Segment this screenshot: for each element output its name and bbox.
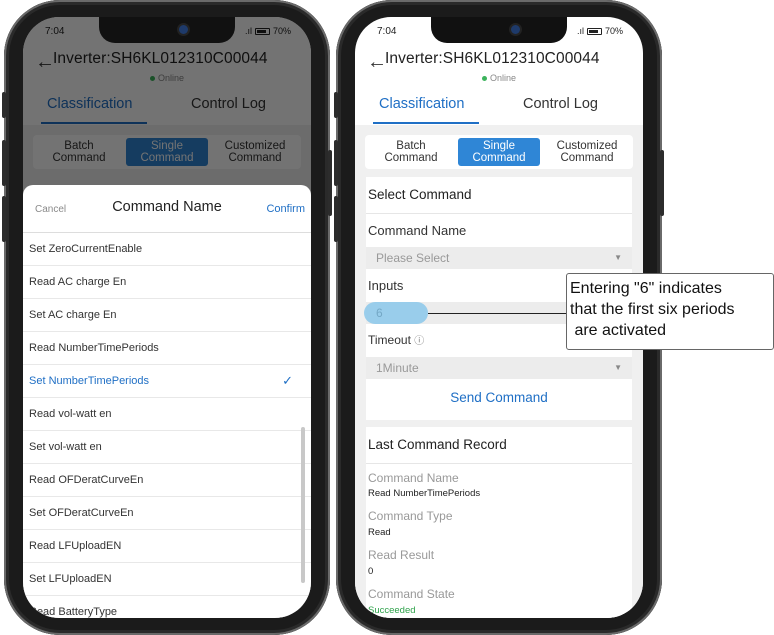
mute-switch <box>334 92 338 118</box>
notch <box>99 17 235 43</box>
picker-item[interactable]: Read NumberTimePeriods <box>23 332 311 365</box>
device-title: Inverter:SH6KL012310C00044 <box>385 50 600 67</box>
timeout-select[interactable]: 1Minute ▼ <box>366 357 632 379</box>
picker-item[interactable]: Read LFUploadEN <box>23 530 311 563</box>
record-command-state-value: Succeeded <box>368 605 416 616</box>
timeout-label: Timeout ⓘ <box>368 333 425 347</box>
online-status: Online <box>355 73 643 83</box>
volume-up-button <box>2 140 6 186</box>
back-arrow-icon[interactable]: ← <box>367 51 387 74</box>
segment-customized-command[interactable]: CustomizedCommand <box>546 138 628 166</box>
app-header: ← Inverter:SH6KL012310C00044 Online <box>355 47 643 91</box>
status-indicators: .ıl 70% <box>577 26 623 36</box>
picker-item[interactable]: Read BatteryType <box>23 596 311 618</box>
last-record-title: Last Command Record <box>368 437 507 452</box>
volume-down-button <box>334 196 338 242</box>
picker-item[interactable]: Read OFDeratCurveEn <box>23 464 311 497</box>
last-command-record-card: Last Command Record Command Name Read Nu… <box>366 427 632 618</box>
segment-single-command[interactable]: SingleCommand <box>458 138 540 166</box>
battery-icon <box>586 27 602 35</box>
tab-control-log[interactable]: Control Log <box>523 96 598 112</box>
picker-item-selected[interactable]: Set NumberTimePeriods ✓ <box>23 365 311 398</box>
checkmark-icon: ✓ <box>282 373 293 388</box>
camera-icon <box>179 25 188 34</box>
record-command-name-label: Command Name <box>368 471 459 485</box>
volume-up-button <box>334 140 338 186</box>
picker-confirm-button[interactable]: Confirm <box>266 203 305 215</box>
battery-level: 70% <box>604 26 623 36</box>
record-read-result-value: 0 <box>368 566 374 577</box>
record-command-type-value: Read <box>368 527 391 538</box>
segment-batch-command[interactable]: BatchCommand <box>370 138 452 166</box>
tab-bar: Classification Control Log <box>355 92 643 124</box>
chevron-down-icon: ▼ <box>614 363 622 372</box>
status-time: 7:04 <box>377 26 397 37</box>
inputs-highlight <box>364 302 428 324</box>
picker-header: Cancel Command Name Confirm <box>23 185 311 233</box>
left-phone-frame: 7:04 .ıl 70% ← Inverter:SH6KL012310C0004… <box>2 0 332 635</box>
callout-line-1: Entering "6" indicates <box>570 280 722 297</box>
command-name-placeholder: Please Select <box>376 251 450 265</box>
tab-underline <box>373 122 479 124</box>
volume-down-button <box>2 196 6 242</box>
notch <box>431 17 567 43</box>
picker-item[interactable]: Set vol-watt en <box>23 431 311 464</box>
camera-icon <box>511 25 520 34</box>
record-command-type-label: Command Type <box>368 509 453 523</box>
send-command-button[interactable]: Send Command <box>366 390 632 405</box>
divider <box>366 463 632 464</box>
callout-line-2: that the first six periods <box>570 301 735 318</box>
callout-leader-line <box>428 313 568 314</box>
picker-item[interactable]: Set AC charge En <box>23 299 311 332</box>
left-screen: 7:04 .ıl 70% ← Inverter:SH6KL012310C0004… <box>23 17 311 618</box>
power-button <box>328 150 332 216</box>
tab-classification[interactable]: Classification <box>379 96 464 112</box>
picker-item[interactable]: Set LFUploadEN <box>23 563 311 596</box>
online-status-text: Online <box>489 73 516 83</box>
online-dot-icon <box>481 76 487 82</box>
help-circle-icon[interactable]: ⓘ <box>414 336 424 347</box>
picker-item[interactable]: Read AC charge En <box>23 266 311 299</box>
command-name-select[interactable]: Please Select ▼ <box>366 247 632 269</box>
signal-icon: .ıl <box>576 26 584 36</box>
picker-list: Set ZeroCurrentEnable Read AC charge En … <box>23 233 311 618</box>
power-button <box>660 150 664 216</box>
annotation-callout: Entering "6" indicates that the first si… <box>566 273 774 350</box>
command-name-picker: Cancel Command Name Confirm Set ZeroCurr… <box>23 185 311 618</box>
divider <box>366 213 632 214</box>
picker-item[interactable]: Set ZeroCurrentEnable <box>23 233 311 266</box>
command-name-label: Command Name <box>368 223 467 238</box>
command-type-segment: BatchCommand SingleCommand CustomizedCom… <box>365 135 633 169</box>
picker-scrollbar[interactable] <box>301 427 305 583</box>
select-command-title: Select Command <box>368 187 472 202</box>
callout-line-3: are activated <box>570 322 667 339</box>
picker-item[interactable]: Set OFDeratCurveEn <box>23 497 311 530</box>
chevron-down-icon: ▼ <box>614 253 622 262</box>
mute-switch <box>2 92 6 118</box>
record-command-name-value: Read NumberTimePeriods <box>368 488 481 499</box>
inputs-label: Inputs <box>368 278 404 293</box>
record-command-state-label: Command State <box>368 587 455 601</box>
timeout-value: 1Minute <box>376 361 419 375</box>
record-read-result-label: Read Result <box>368 548 435 562</box>
picker-item-label: Set NumberTimePeriods <box>29 375 150 387</box>
picker-item[interactable]: Read vol-watt en <box>23 398 311 431</box>
